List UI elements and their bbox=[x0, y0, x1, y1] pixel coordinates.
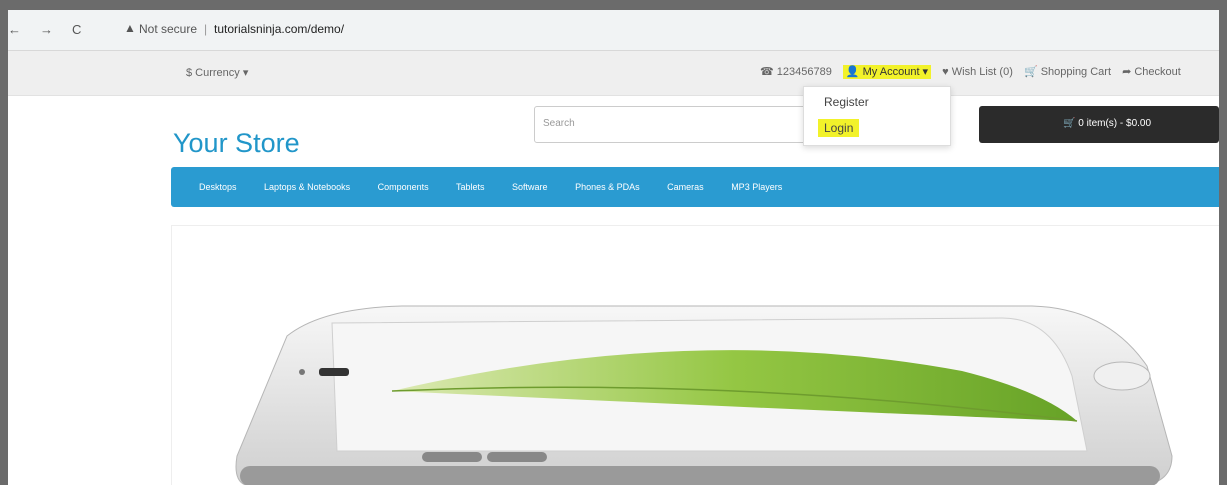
forward-icon[interactable]: → bbox=[40, 22, 53, 37]
top-links: ☎ 123456789 👤 My Account ▾ ♥ Wish List (… bbox=[760, 65, 1189, 79]
reload-icon[interactable]: C bbox=[72, 22, 81, 37]
top-utility-bar: $ Currency ▾ ☎ 123456789 👤 My Account ▾ … bbox=[8, 51, 1219, 96]
login-menu-item[interactable]: Login bbox=[818, 119, 860, 137]
shopping-cart-link[interactable]: 🛒 Shopping Cart bbox=[1024, 66, 1111, 78]
url-separator: | bbox=[204, 22, 208, 36]
browser-toolbar: ← → C ▲ Not secure | tutorialsninja.com/… bbox=[8, 10, 1219, 51]
phone-link[interactable]: ☎ 123456789 bbox=[760, 66, 832, 78]
currency-dropdown[interactable]: $ Currency ▾ bbox=[186, 66, 248, 79]
browser-window: ← → C ▲ Not secure | tutorialsninja.com/… bbox=[8, 10, 1219, 485]
menu-item-tablets[interactable]: Tablets bbox=[456, 182, 485, 192]
menu-item-phones[interactable]: Phones & PDAs bbox=[575, 182, 640, 192]
back-icon[interactable]: ← bbox=[8, 22, 21, 37]
menu-item-cameras[interactable]: Cameras bbox=[667, 182, 704, 192]
menu-item-mp3[interactable]: MP3 Players bbox=[731, 182, 782, 192]
category-menu: Desktops Laptops & Notebooks Components … bbox=[171, 167, 1219, 207]
wishlist-link[interactable]: ♥ Wish List (0) bbox=[942, 66, 1013, 78]
search-input[interactable]: Search bbox=[543, 118, 575, 129]
cart-summary: 🛒 0 item(s) - $0.00 bbox=[1063, 118, 1152, 129]
account-dropdown: Register Login bbox=[803, 86, 951, 146]
phone-image bbox=[235, 305, 1173, 485]
cart-button[interactable]: 🛒 0 item(s) - $0.00 bbox=[979, 106, 1219, 143]
address-bar[interactable]: tutorialsninja.com/demo/ bbox=[214, 22, 344, 36]
register-menu-item[interactable]: Register bbox=[824, 95, 869, 109]
checkout-link[interactable]: ➦ Checkout bbox=[1122, 66, 1181, 78]
hero-slideshow[interactable] bbox=[171, 225, 1219, 485]
my-account-link[interactable]: 👤 My Account ▾ bbox=[842, 65, 932, 79]
menu-item-laptops[interactable]: Laptops & Notebooks bbox=[264, 182, 350, 192]
menu-item-components[interactable]: Components bbox=[378, 182, 429, 192]
menu-item-desktops[interactable]: Desktops bbox=[199, 182, 237, 192]
warning-icon: ▲ bbox=[124, 21, 136, 35]
security-label[interactable]: Not secure bbox=[139, 22, 197, 36]
menu-item-software[interactable]: Software bbox=[512, 182, 548, 192]
store-logo[interactable]: Your Store bbox=[173, 128, 300, 159]
